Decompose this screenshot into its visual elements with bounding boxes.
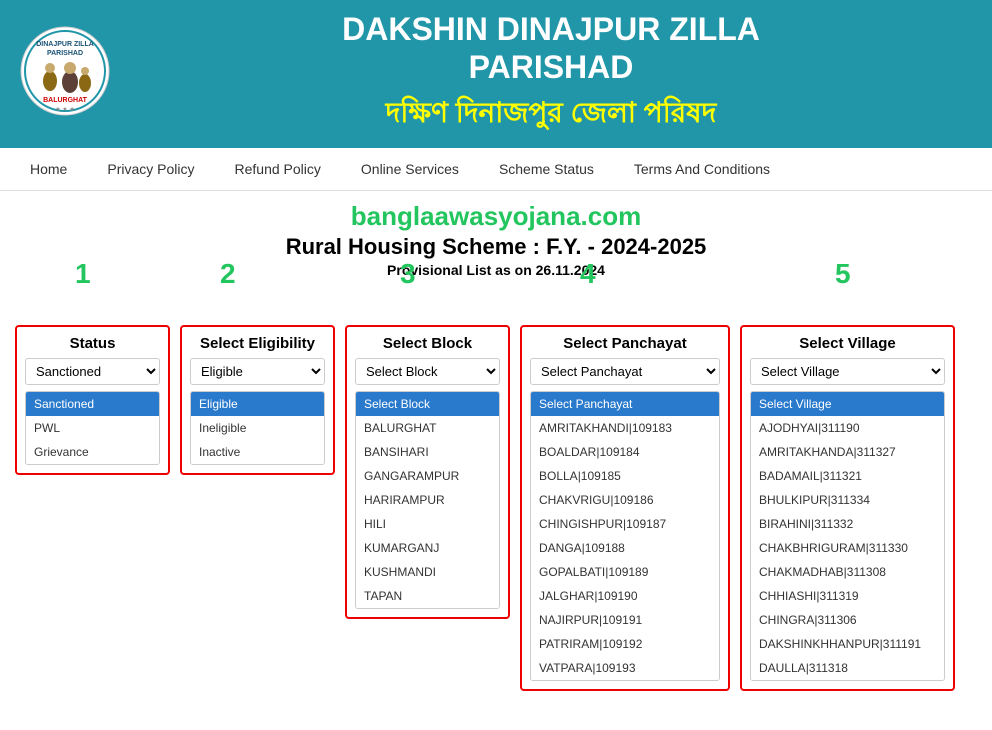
nav-scheme-status[interactable]: Scheme Status — [479, 148, 614, 190]
status-option-grievance[interactable]: Grievance — [26, 440, 159, 464]
panchayat-option-jalghar[interactable]: JALGHAR|109190 — [531, 584, 719, 608]
village-option-ajodhyai[interactable]: AJODHYAI|311190 — [751, 416, 944, 440]
panchayat-option-chingishpur[interactable]: CHINGISHPUR|109187 — [531, 512, 719, 536]
panchayat-dropdown-list: Select Panchayat AMRITAKHANDI|109183 BOA… — [530, 391, 720, 681]
village-label: Select Village — [750, 335, 945, 352]
village-option-chakbhriguram[interactable]: CHAKBHRIGURAM|311330 — [751, 536, 944, 560]
panchayat-label: Select Panchayat — [530, 335, 720, 352]
block-option-kushmandi[interactable]: KUSHMANDI — [356, 560, 499, 584]
village-option-chakmadhab[interactable]: CHAKMADHAB|311308 — [751, 560, 944, 584]
village-option-amritakhanda[interactable]: AMRITAKHANDA|311327 — [751, 440, 944, 464]
step-3-number: 3 — [400, 258, 416, 290]
main-content: banglaawasyojana.com Rural Housing Schem… — [0, 191, 992, 711]
block-option-kumarganj[interactable]: KUMARGANJ — [356, 536, 499, 560]
nav-refund-policy[interactable]: Refund Policy — [215, 148, 341, 190]
eligibility-label: Select Eligibility — [190, 335, 325, 352]
step-5-number: 5 — [835, 258, 851, 290]
panchayat-option-select[interactable]: Select Panchayat — [531, 392, 719, 416]
org-logo: DINAJPUR ZILLA PARISHAD BALURGHAT ★ ★ ★ — [20, 26, 110, 116]
nav-privacy-policy[interactable]: Privacy Policy — [87, 148, 214, 190]
filter-block-box: Select Block Select Block Select Block B… — [345, 325, 510, 619]
block-option-select[interactable]: Select Block — [356, 392, 499, 416]
scheme-title: Rural Housing Scheme : F.Y. - 2024-2025 — [15, 234, 977, 260]
status-label: Status — [25, 335, 160, 352]
panchayat-option-boaldar[interactable]: BOALDAR|109184 — [531, 440, 719, 464]
village-dropdown-list: Select Village AJODHYAI|311190 AMRITAKHA… — [750, 391, 945, 681]
panchayat-option-bolla[interactable]: BOLLA|109185 — [531, 464, 719, 488]
eligibility-select[interactable]: Eligible — [190, 358, 325, 385]
panchayat-option-chakvrigu[interactable]: CHAKVRIGU|109186 — [531, 488, 719, 512]
logo-container: DINAJPUR ZILLA PARISHAD BALURGHAT ★ ★ ★ — [20, 26, 110, 121]
panchayat-option-najirpur[interactable]: NAJIRPUR|109191 — [531, 608, 719, 632]
svg-text:BALURGHAT: BALURGHAT — [43, 97, 88, 104]
filter-village-box: Select Village Select Village Select Vil… — [740, 325, 955, 691]
navigation: Home Privacy Policy Refund Policy Online… — [0, 148, 992, 191]
block-label: Select Block — [355, 335, 500, 352]
block-option-balurghat[interactable]: BALURGHAT — [356, 416, 499, 440]
status-dropdown-list: Sanctioned PWL Grievance — [25, 391, 160, 465]
step-4-number: 4 — [580, 258, 596, 290]
village-option-chhiashi[interactable]: CHHIASHI|311319 — [751, 584, 944, 608]
eligibility-option-ineligible[interactable]: Ineligible — [191, 416, 324, 440]
village-option-birahini[interactable]: BIRAHINI|311332 — [751, 512, 944, 536]
block-option-hili[interactable]: HILI — [356, 512, 499, 536]
filter-eligibility-box: Select Eligibility Eligible Eligible Ine… — [180, 325, 335, 475]
svg-text:★ ★ ★: ★ ★ ★ — [55, 106, 74, 113]
status-select[interactable]: Sanctioned — [25, 358, 160, 385]
eligibility-option-eligible[interactable]: Eligible — [191, 392, 324, 416]
panchayat-option-danga[interactable]: DANGA|109188 — [531, 536, 719, 560]
filter-panchayat-box: Select Panchayat Select Panchayat Select… — [520, 325, 730, 691]
village-option-select[interactable]: Select Village — [751, 392, 944, 416]
village-select[interactable]: Select Village — [750, 358, 945, 385]
step-1-number: 1 — [75, 258, 91, 290]
filter-row: Status Sanctioned Sanctioned PWL Grievan… — [15, 325, 977, 691]
watermark-text: banglaawasyojana.com — [15, 201, 977, 232]
nav-online-services[interactable]: Online Services — [341, 148, 479, 190]
header: DINAJPUR ZILLA PARISHAD BALURGHAT ★ ★ ★ … — [0, 0, 992, 148]
block-option-gangarampur[interactable]: GANGARAMPUR — [356, 464, 499, 488]
svg-text:DINAJPUR ZILLA: DINAJPUR ZILLA — [36, 41, 94, 48]
block-select[interactable]: Select Block — [355, 358, 500, 385]
village-option-chingra[interactable]: CHINGRA|311306 — [751, 608, 944, 632]
status-option-pwl[interactable]: PWL — [26, 416, 159, 440]
filter-status-box: Status Sanctioned Sanctioned PWL Grievan… — [15, 325, 170, 475]
panchayat-select[interactable]: Select Panchayat — [530, 358, 720, 385]
village-option-badamail[interactable]: BADAMAIL|311321 — [751, 464, 944, 488]
provisional-date: Provisional List as on 26.11.2024 — [15, 262, 977, 278]
eligibility-dropdown-list: Eligible Ineligible Inactive — [190, 391, 325, 465]
nav-home[interactable]: Home — [10, 148, 87, 190]
block-option-bansihari[interactable]: BANSIHARI — [356, 440, 499, 464]
nav-terms-conditions[interactable]: Terms And Conditions — [614, 148, 790, 190]
eligibility-option-inactive[interactable]: Inactive — [191, 440, 324, 464]
block-option-harirampur[interactable]: HARIRAMPUR — [356, 488, 499, 512]
status-option-sanctioned[interactable]: Sanctioned — [26, 392, 159, 416]
header-text: DAKSHIN DINAJPUR ZILLA PARISHAD দক্ষিণ দ… — [130, 10, 972, 138]
svg-text:PARISHAD: PARISHAD — [47, 50, 83, 57]
block-option-tapan[interactable]: TAPAN — [356, 584, 499, 608]
village-option-dakshinkhhanpur[interactable]: DAKSHINKHHANPUR|311191 — [751, 632, 944, 656]
step-2-number: 2 — [220, 258, 236, 290]
header-title-bengali: দক্ষিণ দিনাজপুর জেলা পরিষদ — [130, 91, 972, 138]
village-option-daulla[interactable]: DAULLA|311318 — [751, 656, 944, 680]
header-title-english: DAKSHIN DINAJPUR ZILLA PARISHAD — [130, 10, 972, 87]
panchayat-option-amritakhandi[interactable]: AMRITAKHANDI|109183 — [531, 416, 719, 440]
panchayat-option-vatpara[interactable]: VATPARA|109193 — [531, 656, 719, 680]
village-option-bhulkipur[interactable]: BHULKIPUR|311334 — [751, 488, 944, 512]
panchayat-option-gopalbati[interactable]: GOPALBATI|109189 — [531, 560, 719, 584]
panchayat-option-patriram[interactable]: PATRIRAM|109192 — [531, 632, 719, 656]
block-dropdown-list: Select Block BALURGHAT BANSIHARI GANGARA… — [355, 391, 500, 609]
